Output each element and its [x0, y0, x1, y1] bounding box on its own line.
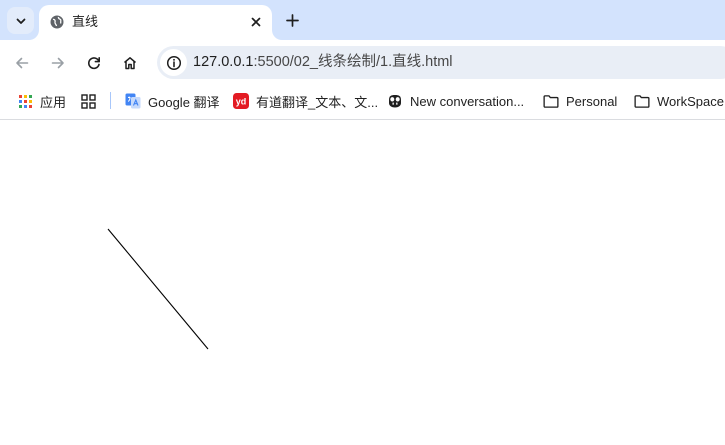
bookmark-label: Personal: [566, 93, 618, 109]
tab-groups-icon: [80, 93, 96, 109]
url-host: 127.0.0.1: [193, 54, 254, 70]
arrow-left-icon: [16, 57, 29, 69]
copilot-icon: [387, 93, 403, 109]
home-icon: [124, 57, 136, 70]
bookmark-folder-workspace[interactable]: WorkSpace: [634, 91, 724, 111]
drawing-canvas: [107, 228, 209, 350]
bookmarks-separator: [110, 92, 111, 109]
tab-active[interactable]: 直线: [39, 5, 272, 40]
canvas-line: [107, 228, 209, 350]
home-button[interactable]: [118, 51, 142, 75]
bookmark-label: 有道翻译_文本、文...: [256, 94, 379, 110]
tab-title: 直线: [72, 14, 99, 29]
bookmarks-bar: 应用 Google 翻译 yd 有道翻译_文本、文... New convers…: [0, 85, 725, 120]
bookmark-label: WorkSpace: [657, 93, 724, 109]
bookmark-label: Google 翻译: [148, 94, 220, 110]
reload-icon: [87, 57, 100, 70]
close-icon: [251, 17, 261, 27]
apps-grid-icon: [17, 93, 33, 109]
bookmark-tab-groups[interactable]: [80, 91, 103, 111]
tab-close-button[interactable]: [248, 14, 264, 30]
globe-icon: [50, 15, 64, 29]
bookmark-new-conversation[interactable]: New conversation...: [387, 91, 524, 111]
youdao-icon: yd: [233, 93, 249, 109]
page-content: [0, 121, 725, 445]
browser-window: 直线 127.0.0.1:5500/02_线条绘制/1.直线.html 应用 G…: [0, 0, 725, 445]
forward-button[interactable]: [46, 51, 70, 75]
chevron-down-icon: [16, 18, 25, 24]
info-icon: [166, 55, 181, 70]
bookmark-apps[interactable]: 应用: [17, 91, 66, 111]
url-text[interactable]: 127.0.0.1:5500/02_线条绘制/1.直线.html: [193, 54, 453, 71]
reload-button[interactable]: [82, 51, 106, 75]
back-button[interactable]: [10, 51, 34, 75]
toolbar: 127.0.0.1:5500/02_线条绘制/1.直线.html: [0, 40, 725, 85]
bookmark-label: 应用: [40, 94, 67, 110]
tab-strip: 直线: [0, 0, 725, 40]
address-bar[interactable]: 127.0.0.1:5500/02_线条绘制/1.直线.html: [157, 46, 725, 79]
url-path: :5500/02_线条绘制/1.直线.html: [253, 54, 453, 70]
folder-icon: [634, 93, 650, 109]
google-translate-icon: [125, 93, 141, 109]
bookmark-label: New conversation...: [410, 93, 525, 109]
bookmark-folder-personal[interactable]: Personal: [543, 91, 617, 111]
new-tab-button[interactable]: [281, 9, 303, 31]
folder-icon: [543, 93, 559, 109]
site-info-button[interactable]: [160, 49, 187, 76]
svg-text:yd: yd: [236, 97, 247, 107]
arrow-right-icon: [51, 57, 64, 69]
plus-icon: [285, 13, 299, 27]
bookmark-google-translate[interactable]: Google 翻译: [125, 91, 220, 111]
bookmark-youdao[interactable]: yd 有道翻译_文本、文...: [233, 91, 378, 111]
